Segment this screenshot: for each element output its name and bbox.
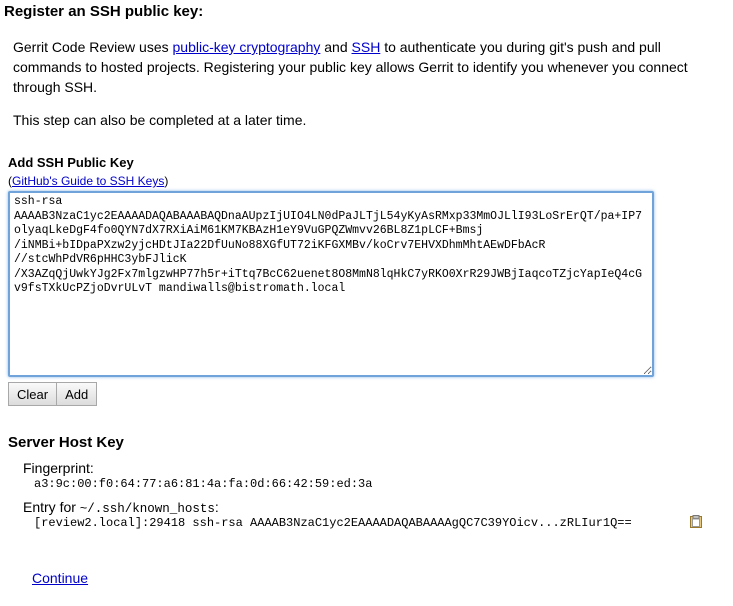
intro-text-before: Gerrit Code Review uses xyxy=(13,39,173,55)
add-ssh-key-heading: Add SSH Public Key xyxy=(8,155,134,170)
intro-text-mid: and xyxy=(320,39,352,55)
public-key-cryptography-link[interactable]: public-key cryptography xyxy=(173,39,321,55)
clear-button[interactable]: Clear xyxy=(8,382,58,406)
server-host-key-heading: Server Host Key xyxy=(8,434,124,451)
fingerprint-label: Fingerprint: xyxy=(23,460,94,476)
known-hosts-label: Entry for ~/.ssh/known_hosts: xyxy=(23,499,219,516)
later-note: This step can also be completed at a lat… xyxy=(13,112,307,128)
page-title: Register an SSH public key: xyxy=(4,3,204,20)
known-hosts-path: ~/.ssh/known_hosts xyxy=(79,502,215,516)
known-hosts-label-suffix: : xyxy=(214,499,219,515)
fingerprint-value: a3:9c:00:f0:64:77:a6:81:4a:fa:0d:66:42:5… xyxy=(34,477,373,491)
copy-clipboard-icon[interactable] xyxy=(690,515,702,528)
ssh-link[interactable]: SSH xyxy=(352,39,381,55)
intro-paragraph: Gerrit Code Review uses public-key crypt… xyxy=(13,37,713,97)
github-guide-link[interactable]: GitHub's Guide to SSH Keys xyxy=(12,174,164,188)
ssh-key-textarea[interactable]: ssh-rsa AAAAB3NzaC1yc2EAAAADAQABAAABAQDn… xyxy=(8,191,654,377)
continue-link[interactable]: Continue xyxy=(32,570,88,586)
key-button-bar: Clear Add xyxy=(8,382,98,406)
known-hosts-label-prefix: Entry for xyxy=(23,499,80,515)
add-button[interactable]: Add xyxy=(57,382,98,406)
guide-close-paren: ) xyxy=(164,174,169,188)
known-hosts-entry: [review2.local]:29418 ssh-rsa AAAAB3NzaC… xyxy=(34,516,632,530)
guide-line: (GitHub's Guide to SSH Keys) xyxy=(8,174,168,188)
